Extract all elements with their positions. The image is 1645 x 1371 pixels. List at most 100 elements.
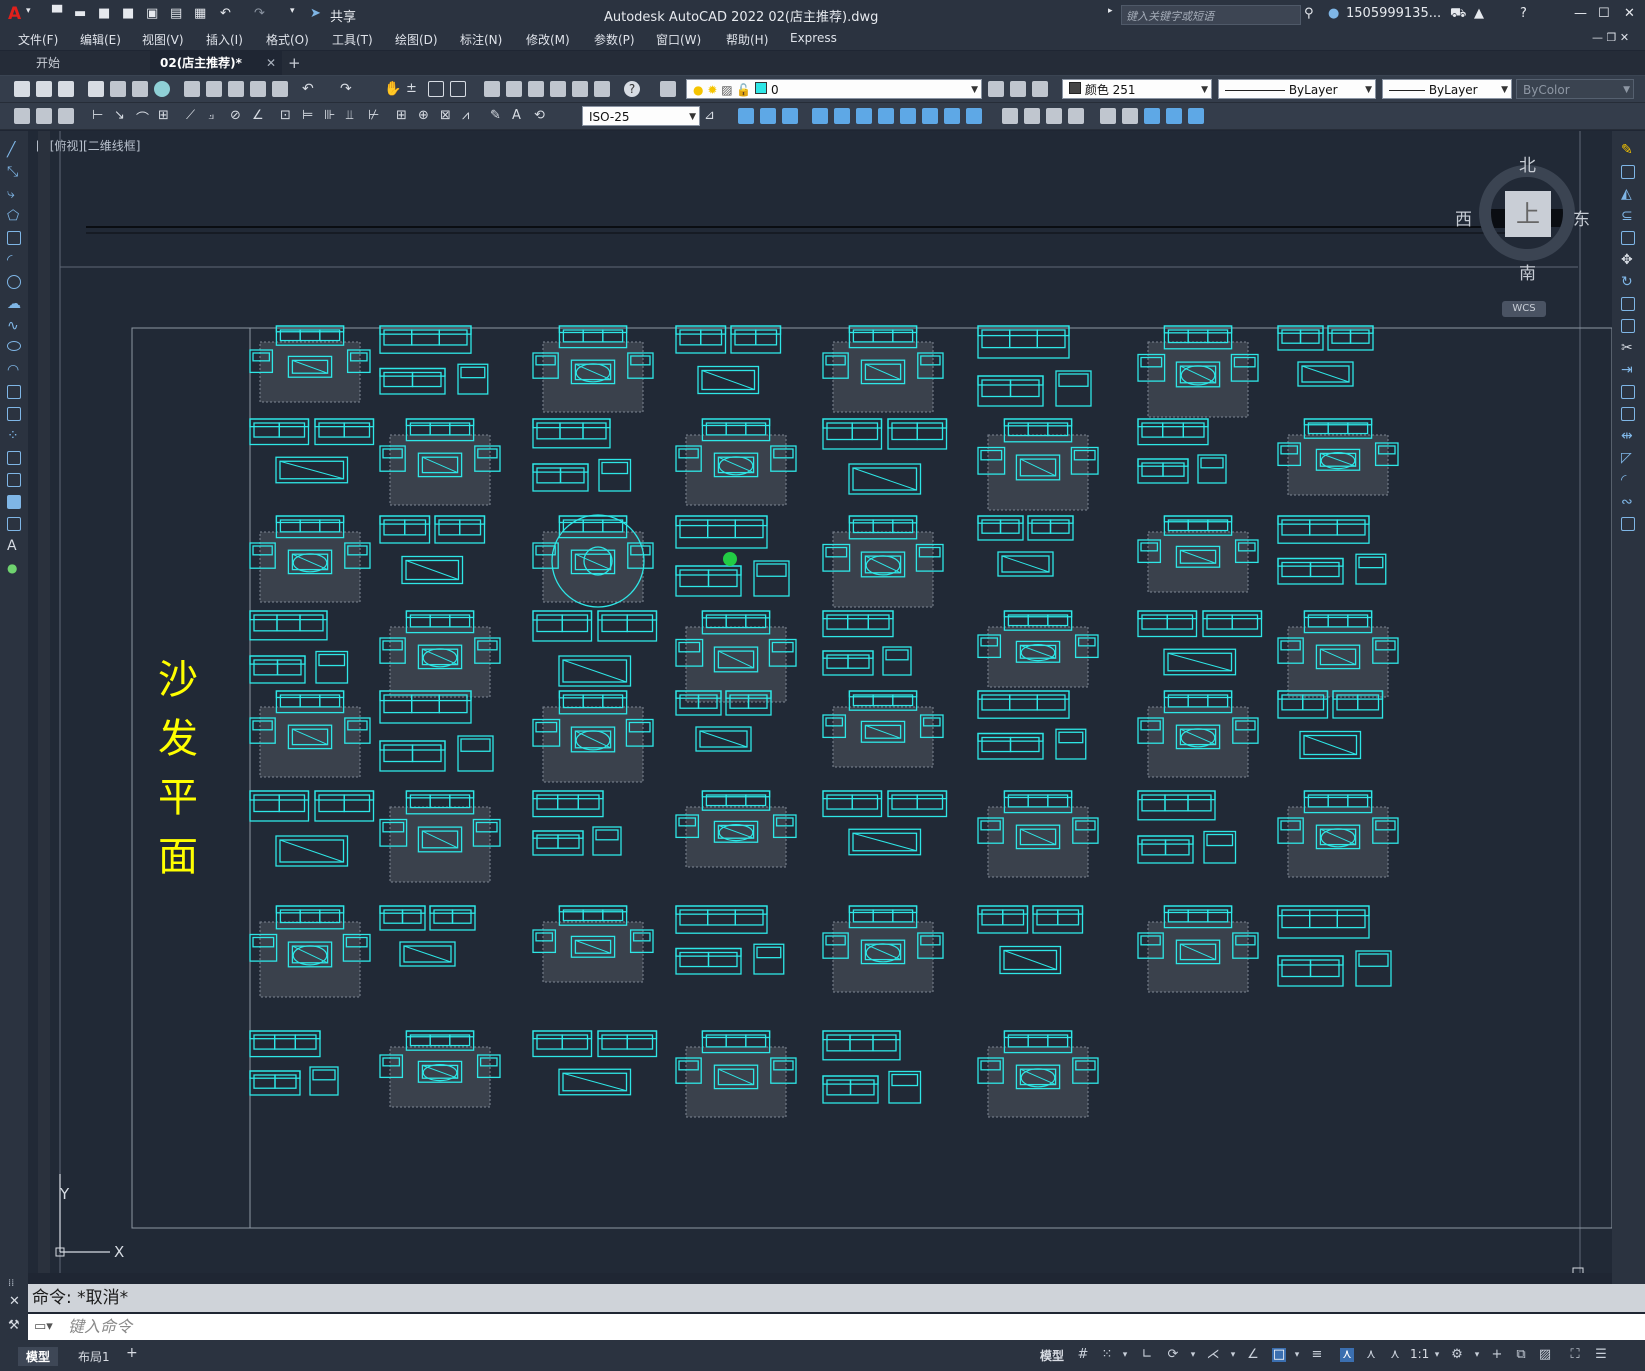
viewcube[interactable]: 上 北 南 东 西 bbox=[1455, 151, 1590, 284]
menu-file[interactable]: 文件(F) bbox=[18, 31, 58, 48]
new-tab-button[interactable]: + bbox=[278, 51, 311, 75]
layer-state-icon[interactable] bbox=[1032, 81, 1048, 97]
dim-jogged-icon[interactable]: ⟓ bbox=[208, 108, 224, 124]
break-at-point-icon[interactable] bbox=[1621, 385, 1635, 399]
view-front-icon[interactable] bbox=[1100, 108, 1116, 124]
chevron-down-icon[interactable]: ▾ bbox=[1186, 1348, 1200, 1362]
ellipse-arc-icon[interactable]: ◠ bbox=[7, 363, 21, 377]
dim-update-icon[interactable]: ⟲ bbox=[534, 108, 550, 124]
open-icon[interactable] bbox=[36, 81, 52, 97]
pan-icon[interactable]: ✋ bbox=[384, 81, 401, 97]
print-icon[interactable]: ▦ bbox=[194, 6, 206, 21]
hardware-accel-icon[interactable]: ▨ bbox=[1538, 1348, 1552, 1362]
ucs-view-icon[interactable] bbox=[856, 108, 872, 124]
model-space-toggle[interactable]: 模型 bbox=[1040, 1347, 1064, 1364]
ellipse-icon[interactable] bbox=[7, 341, 21, 351]
break-icon[interactable] bbox=[1621, 407, 1635, 421]
search-input[interactable]: 键入关键字或短语 bbox=[1126, 8, 1214, 24]
dim-space-icon[interactable]: ⫫ bbox=[346, 108, 362, 124]
lineweight-icon[interactable]: ≡ bbox=[1310, 1348, 1324, 1362]
jogged-linear-icon[interactable]: ⩘ bbox=[462, 108, 478, 124]
plot-toolbar-icon[interactable] bbox=[88, 81, 104, 97]
clean-screen-icon[interactable]: ⛶ bbox=[1568, 1348, 1582, 1362]
color-dropdown[interactable]: 颜色 251 ▼ bbox=[1062, 79, 1212, 99]
object-snap-icon[interactable]: □ bbox=[1272, 1348, 1286, 1362]
tab-model[interactable]: 模型 bbox=[18, 1347, 59, 1366]
lineweight-dropdown[interactable]: ByLayer ▼ bbox=[1382, 79, 1512, 99]
table-icon[interactable] bbox=[7, 517, 21, 531]
dim-break-icon[interactable]: ⊬ bbox=[368, 108, 384, 124]
help-icon[interactable]: ? bbox=[1520, 6, 1527, 21]
calculator-icon[interactable] bbox=[594, 81, 610, 97]
customize-statusbar-icon[interactable]: ☰ bbox=[1594, 1348, 1608, 1362]
redo-toolbar-icon[interactable]: ↷ bbox=[340, 81, 356, 97]
auto-scale-icon[interactable]: ⋏ bbox=[1364, 1348, 1378, 1362]
dim-edit-icon[interactable]: ✎ bbox=[490, 108, 506, 124]
preview-icon[interactable] bbox=[110, 81, 126, 97]
region-icon[interactable] bbox=[7, 495, 21, 509]
properties-icon[interactable] bbox=[484, 81, 500, 97]
grip[interactable] bbox=[1572, 1267, 1584, 1273]
menu-parametric[interactable]: 参数(P) bbox=[594, 31, 635, 48]
linetype-dropdown[interactable]: ByLayer ▼ bbox=[1218, 79, 1376, 99]
save-icon[interactable]: ■ bbox=[98, 6, 110, 21]
view-top-icon[interactable] bbox=[1002, 108, 1018, 124]
revcloud-icon[interactable]: ☁ bbox=[7, 297, 21, 311]
chevron-down-icon[interactable]: ▾ bbox=[1290, 1348, 1304, 1362]
close-button[interactable]: ✕ bbox=[1624, 6, 1635, 21]
construction-line-icon[interactable]: ⤡ bbox=[7, 165, 21, 179]
move-icon[interactable]: ✥ bbox=[1621, 253, 1635, 267]
compass-west[interactable]: 西 bbox=[1455, 205, 1472, 230]
help-toolbar-icon[interactable]: ? bbox=[624, 81, 640, 97]
offset-icon[interactable]: ⊆ bbox=[1621, 209, 1635, 223]
wcs-menu[interactable]: WCS bbox=[1502, 301, 1546, 317]
share-label[interactable]: 共享 bbox=[330, 6, 356, 25]
command-prompt-icon[interactable]: ▭▾ bbox=[34, 1314, 53, 1340]
workspace-gear-icon[interactable]: ⚙ bbox=[1450, 1348, 1464, 1362]
close-tab-icon[interactable]: ✕ bbox=[266, 51, 276, 75]
minimize-button[interactable]: — bbox=[1574, 6, 1587, 21]
tolerance-icon[interactable]: ⊞ bbox=[396, 108, 412, 124]
point-icon[interactable]: ⁘ bbox=[7, 429, 21, 443]
compass-north[interactable]: 北 bbox=[1519, 151, 1536, 176]
menu-format[interactable]: 格式(O) bbox=[266, 31, 309, 48]
gradient-icon[interactable] bbox=[7, 473, 21, 487]
layer-properties-icon[interactable] bbox=[660, 81, 676, 97]
grid-icon[interactable]: # bbox=[1076, 1348, 1090, 1362]
copy-object-icon[interactable] bbox=[1621, 165, 1635, 179]
cut-icon[interactable] bbox=[184, 81, 200, 97]
autodesk-a360-icon[interactable]: ▲ bbox=[1474, 6, 1484, 21]
dimstyle-dropdown[interactable]: ISO-25 ▼ bbox=[582, 106, 700, 126]
explode-icon[interactable] bbox=[1621, 517, 1635, 531]
user-name[interactable]: 1505999135... bbox=[1346, 6, 1441, 21]
autocad-logo-icon[interactable]: A bbox=[8, 4, 21, 24]
menu-draw[interactable]: 绘图(D) bbox=[395, 31, 438, 48]
make-current-layer-icon[interactable] bbox=[988, 81, 1004, 97]
annotation-scale-icon[interactable]: ⋏ bbox=[1388, 1348, 1402, 1362]
insert-block-icon[interactable] bbox=[7, 385, 21, 399]
cart-icon[interactable]: ⛟ bbox=[1450, 6, 1466, 23]
ucs-icon[interactable] bbox=[738, 108, 754, 124]
dim-ordinate-icon[interactable]: ⊞ bbox=[158, 108, 174, 124]
viewcube-top-face[interactable]: 上 bbox=[1505, 191, 1551, 237]
qsave-icon[interactable] bbox=[58, 81, 74, 97]
tab-drawing[interactable]: 02(店主推荐)* ✕ bbox=[150, 51, 282, 75]
command-grip-icon[interactable]: ⁞⁞ bbox=[8, 1278, 14, 1289]
share-icon[interactable]: ➤ bbox=[310, 6, 321, 21]
redo-icon[interactable]: ↷ bbox=[254, 6, 265, 21]
match-props-icon[interactable] bbox=[250, 81, 266, 97]
new-file-icon[interactable]: ▀ bbox=[52, 6, 62, 21]
user-icon[interactable]: ● bbox=[1328, 6, 1339, 21]
save-as-icon[interactable]: ■ bbox=[122, 6, 134, 21]
doc-minimize-button[interactable]: — ❐ ✕ bbox=[1592, 31, 1629, 44]
customize-qat-icon[interactable]: ▾ bbox=[290, 6, 295, 16]
view-back-icon[interactable] bbox=[1122, 108, 1138, 124]
markup-icon[interactable] bbox=[572, 81, 588, 97]
chevron-down-icon[interactable]: ▾ bbox=[1226, 1348, 1240, 1362]
qnew-icon[interactable] bbox=[14, 81, 30, 97]
dim-radius-icon[interactable]: ⟋ bbox=[186, 108, 202, 124]
view-bottom-icon[interactable] bbox=[1024, 108, 1040, 124]
compass-east[interactable]: 东 bbox=[1573, 205, 1590, 230]
quick-dim-icon[interactable]: ⊡ bbox=[280, 108, 296, 124]
drawing-canvas[interactable]: [-][俯视][二维线框] Y X 沙 发 平 面 上 北 南 东 西 WCS bbox=[28, 131, 1612, 1273]
